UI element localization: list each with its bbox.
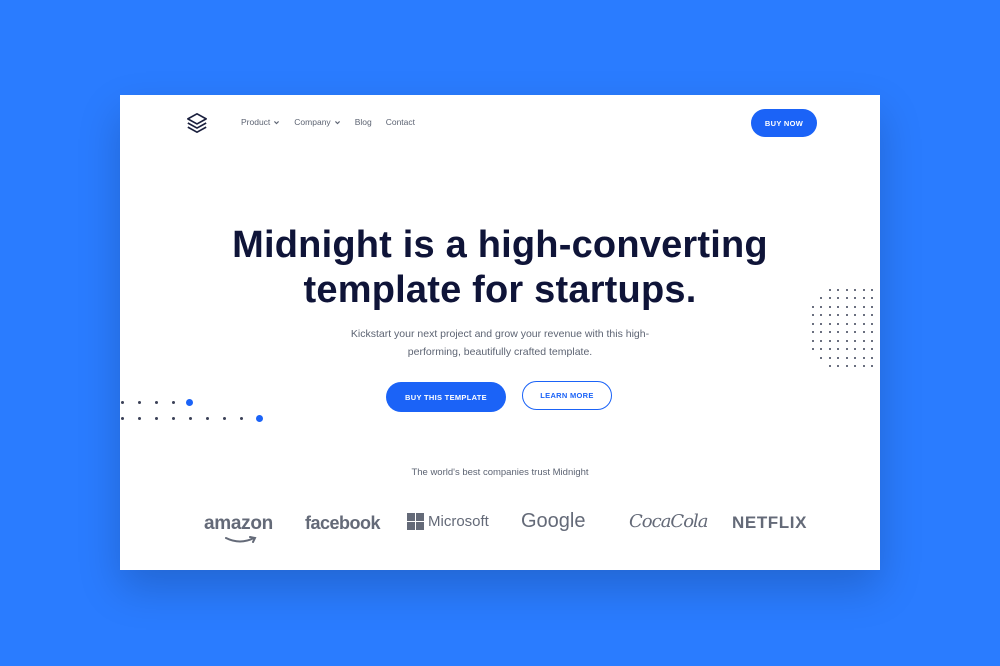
- decor-dot: [820, 356, 822, 359]
- trust-text: The world's best companies trust Midnigh…: [411, 467, 589, 478]
- decor-dot: [837, 356, 839, 359]
- decor-dot: [854, 314, 856, 316]
- decor-dot: [845, 331, 848, 333]
- nav-item-label: Company: [294, 117, 331, 127]
- company-logos: amazon facebook Microsoft Google CocaCol…: [120, 505, 880, 545]
- hero-title: Midnight is a high-converting template f…: [120, 223, 880, 313]
- decor-dot: [206, 417, 209, 420]
- decor-dot: [820, 314, 822, 316]
- netflix-logo: NETFLIX: [732, 513, 808, 532]
- decor-dot: [155, 417, 158, 420]
- decor-dot: [837, 348, 839, 350]
- decor-dot: [871, 348, 873, 350]
- decor-dot: [845, 348, 848, 350]
- decor-dot: [854, 348, 856, 350]
- decor-dot: [189, 417, 192, 420]
- layers-logo-icon[interactable]: [186, 112, 208, 134]
- decor-dot: [845, 365, 848, 367]
- nav-item-blog[interactable]: Blog: [355, 117, 372, 127]
- decor-dot: [845, 356, 848, 359]
- decor-dot: [845, 314, 848, 316]
- decor-dot: [820, 348, 822, 350]
- microsoft-wordmark: Microsoft: [428, 513, 489, 530]
- nav-item-product[interactable]: Product: [241, 117, 280, 127]
- decor-dot: [820, 322, 822, 325]
- decor-dot: [155, 401, 158, 404]
- decor-dot: [871, 365, 873, 367]
- decor-dot: [837, 331, 839, 333]
- decor-dot: [186, 399, 193, 406]
- decor-dot: [871, 356, 873, 359]
- decor-dot: [828, 348, 831, 350]
- amazon-logo: amazon: [204, 513, 273, 534]
- decor-dot: [820, 339, 822, 342]
- decor-dot: [862, 356, 865, 359]
- nav-item-contact[interactable]: Contact: [386, 117, 415, 127]
- microsoft-logo: Microsoft: [407, 513, 489, 530]
- microsoft-grid-icon: [407, 513, 424, 530]
- decor-dot: [223, 417, 226, 420]
- decor-dot: [172, 401, 175, 404]
- nav-item-label: Product: [241, 117, 271, 127]
- decor-dot: [121, 401, 124, 404]
- chevron-down-icon: [334, 120, 340, 124]
- decor-dot: [828, 331, 831, 333]
- decor-dot: [854, 356, 856, 359]
- nav-item-label: Contact: [385, 117, 415, 127]
- facebook-logo: facebook: [305, 513, 381, 533]
- decor-dot: [820, 331, 822, 333]
- decor-dot: [811, 322, 814, 325]
- decor-dot: [256, 415, 263, 422]
- hero-subtitle: Kickstart your next project and grow you…: [350, 328, 650, 358]
- decor-dot: [862, 365, 865, 367]
- decor-dot: [845, 322, 848, 325]
- decor-dot: [240, 417, 243, 420]
- nav-item-company[interactable]: Company: [294, 117, 340, 127]
- chevron-down-icon: [274, 120, 280, 124]
- decor-dot: [828, 314, 831, 316]
- decor-dot: [845, 339, 848, 342]
- decor-dot: [811, 339, 814, 342]
- hero-title-line-1: Midnight is a high-converting: [232, 224, 768, 266]
- buy-template-button[interactable]: BUY THIS TEMPLATE: [386, 382, 506, 412]
- learn-more-button[interactable]: LEARN MORE: [522, 381, 612, 410]
- decor-dot: [871, 331, 873, 333]
- decor-dot: [837, 339, 839, 342]
- nav-item-label: Blog: [354, 117, 372, 127]
- decor-dot: [854, 331, 856, 333]
- landing-page-card: Product Company Blog Contact BUY NOW Mid…: [120, 95, 880, 570]
- decor-dot: [871, 322, 873, 325]
- decor-dot: [854, 339, 856, 342]
- decor-dot: [854, 365, 856, 367]
- decor-dot: [862, 348, 865, 350]
- decor-dot: [862, 322, 865, 325]
- decor-dot: [862, 331, 865, 333]
- decor-dot: [854, 322, 856, 325]
- decor-dot: [811, 331, 814, 333]
- decor-dot: [828, 365, 831, 367]
- main-nav: Product Company Blog Contact: [241, 117, 415, 127]
- decor-dot: [172, 417, 175, 420]
- cocacola-logo: CocaCola: [629, 511, 709, 532]
- decor-dot: [811, 314, 814, 316]
- decor-dot: [862, 314, 865, 316]
- decor-dot: [828, 322, 831, 325]
- decor-dot: [138, 401, 141, 404]
- decor-dot: [871, 339, 873, 342]
- decor-dot: [811, 348, 814, 350]
- decor-dot: [837, 322, 839, 325]
- hero-title-line-2: template for startups.: [303, 269, 697, 311]
- buy-now-button[interactable]: BUY NOW: [751, 109, 817, 137]
- decor-dot: [837, 365, 839, 367]
- decor-dot: [828, 339, 831, 342]
- decor-dot: [871, 314, 873, 316]
- decor-dot: [121, 417, 124, 420]
- decor-dot: [828, 356, 831, 359]
- decor-dot: [862, 339, 865, 342]
- decor-dot: [837, 314, 839, 316]
- google-logo: Google: [521, 510, 586, 532]
- decor-dot: [138, 417, 141, 420]
- amazon-smile-icon: [225, 536, 257, 543]
